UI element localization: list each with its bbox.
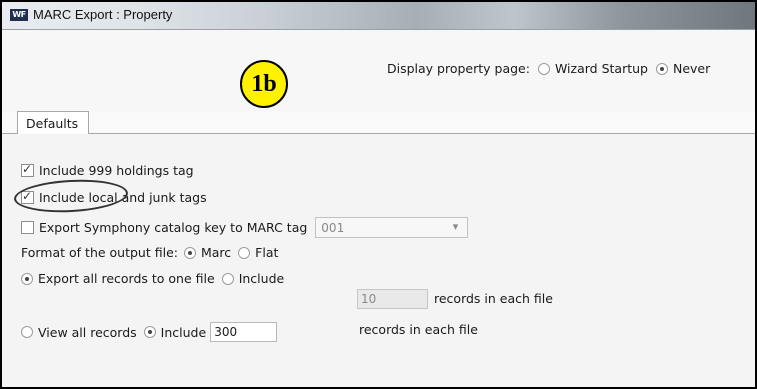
export-include-label[interactable]: Include	[239, 271, 285, 286]
wizard-startup-radio[interactable]	[537, 62, 550, 75]
header-area: Display property page: Wizard Startup Ne…	[2, 30, 755, 112]
view-all-radio[interactable]	[21, 326, 33, 338]
format-marc-label[interactable]: Marc	[201, 245, 231, 260]
include-999-row: Include 999 holdings tag	[21, 162, 194, 178]
export-catkey-checkbox[interactable]	[21, 221, 34, 234]
wizard-startup-label[interactable]: Wizard Startup	[555, 61, 648, 76]
tab-defaults[interactable]: Defaults	[17, 111, 89, 134]
never-label[interactable]: Never	[673, 61, 710, 76]
annotation-badge: 1b	[240, 60, 288, 108]
view-all-label[interactable]: View all records	[38, 325, 137, 340]
export-catkey-label[interactable]: Export Symphony catalog key to MARC tag	[39, 220, 307, 235]
chevron-down-icon: ▾	[452, 220, 459, 233]
never-radio[interactable]	[655, 62, 668, 75]
export-records-suffix: records in each file	[434, 291, 553, 306]
format-flat-radio[interactable]	[238, 246, 251, 259]
display-property-page-row: Display property page: Wizard Startup Ne…	[387, 61, 710, 76]
view-include-label[interactable]: Include	[161, 325, 207, 340]
export-records-row: Export all records to one file Include	[21, 271, 284, 286]
marc-tag-value: 001	[321, 221, 345, 235]
include-local-checkbox[interactable]	[21, 189, 34, 204]
export-catkey-row: Export Symphony catalog key to MARC tag …	[21, 217, 469, 238]
window-frame: WF MARC Export : Property Display proper…	[0, 0, 757, 389]
view-records-count-input[interactable]: 300	[210, 322, 278, 342]
display-property-page-label: Display property page:	[387, 61, 530, 76]
view-records-suffix: records in each file	[359, 322, 478, 337]
format-flat-label[interactable]: Flat	[255, 245, 278, 260]
export-all-label[interactable]: Export all records to one file	[38, 271, 215, 286]
format-row: Format of the output file: Marc Flat	[21, 245, 278, 260]
include-local-label[interactable]: Include local and junk tags	[39, 190, 207, 205]
include-999-checkbox[interactable]	[21, 162, 34, 177]
app-icon: WF	[10, 9, 28, 21]
title-bar: WF MARC Export : Property	[2, 2, 755, 30]
export-records-count-input[interactable]: 10	[357, 289, 428, 309]
export-all-radio[interactable]	[21, 272, 33, 285]
view-records-row: View all records Include 300	[21, 322, 278, 342]
include-999-label[interactable]: Include 999 holdings tag	[39, 163, 194, 178]
include-local-row: Include local and junk tags	[21, 189, 207, 205]
format-label: Format of the output file:	[21, 245, 178, 260]
view-include-radio[interactable]	[143, 326, 156, 338]
window-title: MARC Export : Property	[33, 7, 173, 22]
marc-tag-select[interactable]: 001 ▾	[315, 217, 469, 238]
format-marc-radio[interactable]	[183, 246, 196, 259]
export-include-radio[interactable]	[221, 272, 234, 285]
